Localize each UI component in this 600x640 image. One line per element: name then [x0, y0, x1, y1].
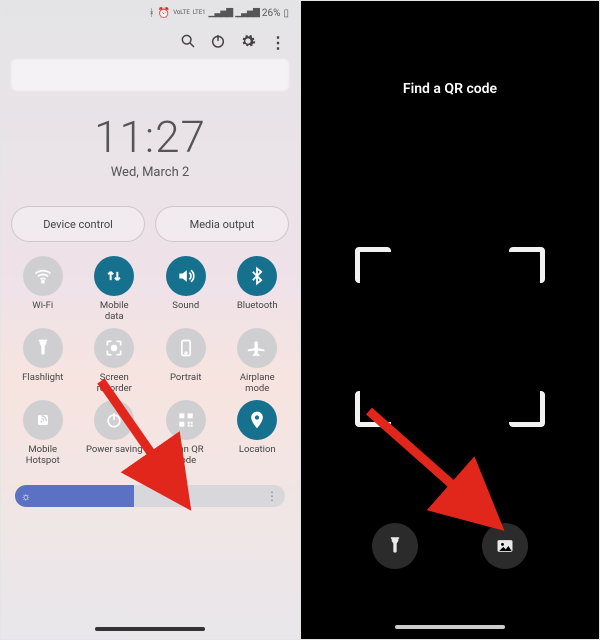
- tile-power-saving: Power saving: [81, 400, 149, 466]
- frame-corner: [509, 391, 545, 427]
- tile-label: Portrait: [155, 372, 217, 394]
- clock: 11:27 Wed, March 2: [1, 111, 299, 180]
- tile-bluetooth: Bluetooth: [224, 256, 292, 322]
- bluetooth-toggle[interactable]: [237, 256, 277, 296]
- mobile-data-toggle[interactable]: [94, 256, 134, 296]
- clock-date: Wed, March 2: [1, 165, 299, 180]
- tile-flashlight: Flashlight: [9, 328, 77, 394]
- pager-dots[interactable]: • • • • •: [1, 468, 299, 477]
- tile-location: Location: [224, 400, 292, 466]
- brightness-slider[interactable]: ☼ ⋮: [15, 485, 285, 507]
- lte-indicator: LTE1: [193, 10, 206, 16]
- status-bar: ᚼ ⏰ VoLTE LTE1 ▁▃▅▇ ▁▃▅▇ 26% ▯: [1, 1, 299, 25]
- nav-home-indicator[interactable]: [95, 627, 205, 631]
- screen-recorder-toggle[interactable]: [94, 328, 134, 368]
- brightness-fill: [15, 485, 134, 507]
- tile-wifi: Wi-Fi: [9, 256, 77, 322]
- brightness-more-icon[interactable]: ⋮: [266, 489, 277, 503]
- tile-label: Power saving: [83, 444, 145, 466]
- qr-bottom-actions: [301, 523, 599, 569]
- tile-label: Bluetooth: [226, 300, 288, 322]
- tile-portrait: Portrait: [152, 328, 220, 394]
- tile-label: Scan QR code: [155, 444, 217, 466]
- battery-text: 26%: [262, 8, 281, 19]
- qr-title: Find a QR code: [301, 81, 599, 97]
- tile-label: Mobile Hotspot: [12, 444, 74, 466]
- power-saving-toggle[interactable]: [94, 400, 134, 440]
- tile-label: Flashlight: [12, 372, 74, 394]
- signal-icon-2: ▁▃▅▇: [235, 8, 259, 18]
- frame-corner: [355, 391, 391, 427]
- wifi-toggle[interactable]: [23, 256, 63, 296]
- qs-tile-grid: Wi-Fi Mobile data Sound Bluetooth Flash: [1, 242, 299, 466]
- tile-label: Location: [226, 444, 288, 466]
- battery-icon: ▯: [283, 8, 289, 19]
- media-output-button[interactable]: Media output: [155, 206, 289, 242]
- tile-label: Airplane mode: [226, 372, 288, 394]
- bluetooth-status-icon: ᚼ: [149, 8, 155, 19]
- nav-home-indicator[interactable]: [395, 625, 505, 629]
- gallery-button[interactable]: [482, 523, 528, 569]
- location-toggle[interactable]: [237, 400, 277, 440]
- search-icon[interactable]: [180, 33, 196, 53]
- device-control-button[interactable]: Device control: [11, 206, 145, 242]
- power-icon[interactable]: [210, 33, 226, 53]
- qr-scanner-screen: Find a QR code: [300, 0, 600, 640]
- tile-label: Screen recorder: [83, 372, 145, 394]
- clock-time: 11:27: [1, 111, 299, 163]
- flashlight-toggle[interactable]: [23, 328, 63, 368]
- tile-mobile-data: Mobile data: [81, 256, 149, 322]
- tile-hotspot: Mobile Hotspot: [9, 400, 77, 466]
- airplane-toggle[interactable]: [237, 328, 277, 368]
- tile-sound: Sound: [152, 256, 220, 322]
- control-pills: Device control Media output: [1, 206, 299, 242]
- gear-icon[interactable]: [240, 33, 256, 53]
- tile-airplane: Airplane mode: [224, 328, 292, 394]
- tile-scan-qr: Scan QR code: [152, 400, 220, 466]
- tile-label: Wi-Fi: [12, 300, 74, 322]
- qr-viewfinder-frame: [355, 247, 545, 427]
- panel-actions: ⋮: [1, 25, 299, 53]
- scan-qr-button[interactable]: [166, 400, 206, 440]
- frame-corner: [355, 247, 391, 283]
- tile-label: Mobile data: [83, 300, 145, 322]
- portrait-toggle[interactable]: [166, 328, 206, 368]
- brightness-low-icon: ☼: [21, 490, 31, 503]
- signal-icon: ▁▃▅▇: [209, 8, 233, 18]
- alarm-status-icon: ⏰: [158, 8, 170, 19]
- frame-corner: [509, 247, 545, 283]
- tile-screen-recorder: Screen recorder: [81, 328, 149, 394]
- hotspot-toggle[interactable]: [23, 400, 63, 440]
- tile-label: Sound: [155, 300, 217, 322]
- quick-settings-panel: ᚼ ⏰ VoLTE LTE1 ▁▃▅▇ ▁▃▅▇ 26% ▯ ⋮ 11:27 W…: [0, 0, 300, 640]
- more-icon[interactable]: ⋮: [270, 33, 285, 53]
- flashlight-button[interactable]: [372, 523, 418, 569]
- sound-toggle[interactable]: [166, 256, 206, 296]
- notification-card-blurred: [11, 59, 289, 91]
- volte-indicator: VoLTE: [173, 10, 190, 16]
